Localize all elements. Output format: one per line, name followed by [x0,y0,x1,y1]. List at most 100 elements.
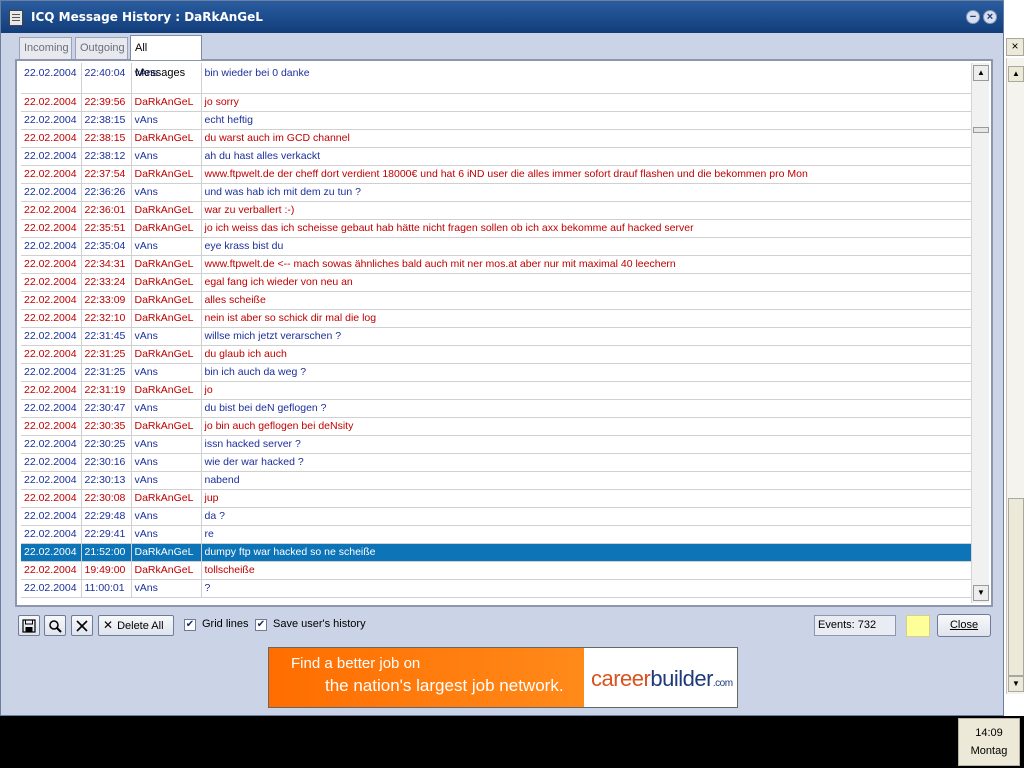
message-row[interactable]: 22.02.2004 22:30:47 vAns du bist bei deN ge… [21,399,973,418]
message-nick: DaRkAnGeL [131,417,202,436]
logo-com-text: .com [712,678,733,689]
close-button[interactable]: Close [937,614,991,637]
message-row[interactable]: 22.02.2004 22:30:35 DaRkAnGeL jo bin auch g… [21,417,973,436]
message-row[interactable]: 22.02.2004 22:29:48 vAns da ? [21,507,973,526]
message-date: 22.02.2004 [21,63,82,94]
delete-all-x-icon: ✕ [103,618,114,632]
message-text: egal fang ich wieder von neu an [201,273,973,292]
message-text: du warst auch im GCD channel [201,129,973,148]
message-nick: DaRkAnGeL [131,273,202,292]
message-row[interactable]: 22.02.2004 22:39:56 DaRkAnGeL jo sorry [21,93,973,112]
message-row[interactable]: 22.02.2004 22:36:26 vAns und was hab ich mi… [21,183,973,202]
message-date: 22.02.2004 [21,561,82,580]
careerbuilder-banner-ad[interactable]: Find a better job on the nation's larges… [268,647,738,708]
message-nick: vAns [131,435,202,454]
message-row[interactable]: 22.02.2004 22:38:15 DaRkAnGeL du warst auch… [21,129,973,148]
background-window-close-button[interactable]: × [1006,38,1024,56]
message-date: 22.02.2004 [21,201,82,220]
messages-scrollbar[interactable]: ▲ ▼ [971,63,989,603]
message-date: 22.02.2004 [21,255,82,274]
message-row[interactable]: 22.02.2004 22:38:15 vAns echt heftig [21,111,973,130]
minimize-button[interactable]: − [966,10,980,24]
message-row[interactable]: 22.02.2004 22:30:16 vAns wie der war hacked… [21,453,973,472]
message-date: 22.02.2004 [21,129,82,148]
background-scroll-thumb[interactable] [1008,498,1024,676]
message-nick: vAns [131,471,202,490]
message-date: 22.02.2004 [21,345,82,364]
message-date: 22.02.2004 [21,291,82,310]
message-nick: vAns [131,579,202,598]
message-time: 22:37:54 [81,165,132,184]
background-window-scrollbar[interactable]: ▲ ▼ [1006,58,1024,694]
search-button[interactable] [44,615,66,636]
message-text: willse mich jetzt verarschen ? [201,327,973,346]
message-row[interactable]: 22.02.2004 22:31:45 vAns willse mich jetzt … [21,327,973,346]
logo-builder-text: builder [650,666,713,691]
message-nick: DaRkAnGeL [131,489,202,508]
message-row[interactable]: 22.02.2004 22:31:25 vAns bin ich auch da we… [21,363,973,382]
message-row[interactable]: 22.02.2004 22:31:25 DaRkAnGeL du glaub ich … [21,345,973,364]
message-text: dumpy ftp war hacked so ne scheiße [201,543,973,562]
message-row[interactable]: 22.02.2004 19:49:00 DaRkAnGeL tollscheiße [21,561,973,580]
scroll-up-arrow-icon[interactable]: ▲ [1008,66,1024,82]
message-row[interactable]: 22.02.2004 22:30:08 DaRkAnGeL jup [21,489,973,508]
message-time: 22:31:19 [81,381,132,400]
grid-lines-label[interactable]: Grid lines [202,618,248,630]
message-row[interactable]: 22.02.2004 22:35:51 DaRkAnGeL jo ich weiss … [21,219,973,238]
message-date: 22.02.2004 [21,111,82,130]
grid-lines-checkbox[interactable]: ✔ [184,619,196,631]
message-date: 22.02.2004 [21,525,82,544]
delete-button[interactable] [71,615,93,636]
message-row[interactable]: 22.02.2004 22:33:24 DaRkAnGeL egal fang ich… [21,273,973,292]
message-row[interactable]: 22.02.2004 11:00:01 vAns? [21,579,973,598]
scroll-down-arrow-icon[interactable]: ▼ [1008,676,1024,692]
close-window-button[interactable]: × [983,10,997,24]
message-row[interactable]: 22.02.2004 22:33:09 DaRkAnGeL alles scheiße [21,291,973,310]
delete-all-button[interactable]: ✕ Delete All [98,615,174,636]
scroll-down-arrow-icon[interactable]: ▼ [973,585,989,601]
message-row[interactable]: 22.02.2004 22:37:54 DaRkAnGeL www.ftpwelt.d… [21,165,973,184]
scroll-up-arrow-icon[interactable]: ▲ [973,65,989,81]
message-nick: DaRkAnGeL [131,219,202,238]
desktop-background [0,716,1024,768]
messages-grid[interactable]: 22.02.200422:40:04vAnsbin wieder bei 0 d… [21,63,973,603]
message-text: www.ftpwelt.de der cheff dort verdient 1… [201,165,973,184]
message-row[interactable]: 22.02.2004 22:31:19 DaRkAnGeL jo [21,381,973,400]
message-row[interactable]: 22.02.2004 21:52:00 DaRkAnGeL dumpy ftp war… [21,543,973,562]
message-date: 22.02.2004 [21,543,82,562]
message-text: nein ist aber so schick dir mal die log [201,309,973,328]
taskbar-clock[interactable]: 14:09 Montag [958,718,1020,766]
message-time: 22:30:25 [81,435,132,454]
message-nick: vAns [131,507,202,526]
save-button[interactable] [18,615,40,636]
message-row[interactable]: 22.02.2004 22:36:01 DaRkAnGeL war zu verbal… [21,201,973,220]
message-time: 22:35:04 [81,237,132,256]
message-nick: DaRkAnGeL [131,255,202,274]
history-document-icon [9,10,23,26]
delete-x-icon [76,620,88,632]
message-row[interactable]: 22.02.2004 22:30:25 vAns issn hacked server… [21,435,973,454]
message-date: 22.02.2004 [21,219,82,238]
clock-time: 14:09 [975,727,1003,739]
message-date: 22.02.2004 [21,471,82,490]
message-date: 22.02.2004 [21,93,82,112]
tab-incoming[interactable]: Incoming [19,37,72,59]
scroll-thumb[interactable] [973,127,989,133]
message-row[interactable]: 22.02.2004 22:32:10 DaRkAnGeL nein ist aber… [21,309,973,328]
sticky-note-icon[interactable] [906,615,930,637]
message-time: 22:35:51 [81,219,132,238]
message-row[interactable]: 22.02.2004 22:35:04 vAns eye krass bist du [21,237,973,256]
message-row[interactable]: 22.02.2004 22:34:31 DaRkAnGeL www.ftpwelt.d… [21,255,973,274]
tab-all-messages[interactable]: All Messages [130,35,202,79]
save-history-checkbox[interactable]: ✔ [255,619,267,631]
message-row[interactable]: 22.02.2004 22:30:13 vAns nabend [21,471,973,490]
tab-outgoing[interactable]: Outgoing [75,37,128,59]
message-date: 22.02.2004 [21,435,82,454]
title-bar[interactable]: ICQ Message History : DaRkAnGeL − × [1,1,1003,33]
message-row[interactable]: 22.02.2004 22:29:41 vAns re [21,525,973,544]
save-history-label[interactable]: Save user's history [273,618,366,630]
message-row[interactable]: 22.02.2004 22:38:12 vAns ah du hast alles v… [21,147,973,166]
message-nick: DaRkAnGeL [131,381,202,400]
clock-day: Montag [970,745,1008,757]
message-nick: vAns [131,147,202,166]
